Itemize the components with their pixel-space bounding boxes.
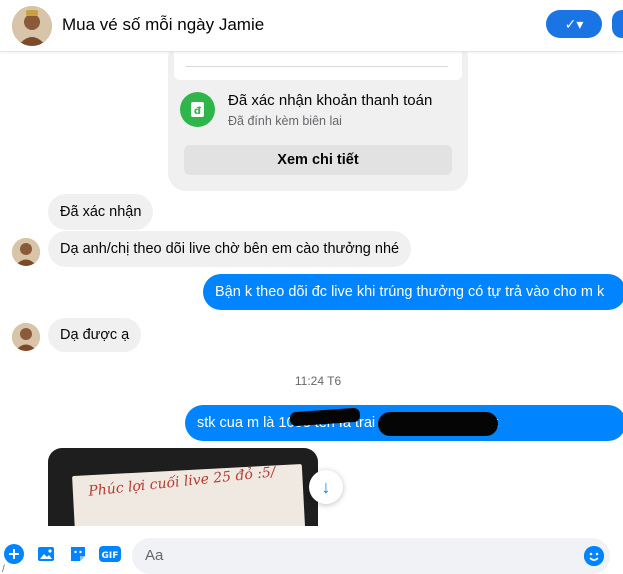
message-text: Dạ anh/chị theo dõi live chờ bên em cào …: [60, 241, 400, 257]
message-text: Bận k theo dõi đc live khi trúng thưởng …: [215, 284, 605, 300]
header-edge-button[interactable]: [612, 10, 623, 38]
chat-header: Mua vé số mỗi ngày Jamie ✓▾: [0, 0, 623, 52]
message-input[interactable]: [132, 538, 610, 574]
image-icon[interactable]: [36, 544, 56, 564]
receipt-icon: đ: [180, 92, 215, 127]
message-bubble-incoming[interactable]: Dạ được ạ: [48, 318, 142, 352]
emoji-icon[interactable]: [584, 546, 604, 566]
message-input-placeholder: Aa: [145, 547, 164, 564]
payment-confirmed-title: Đã xác nhận khoản thanh toán: [228, 92, 433, 109]
card-divider: [186, 66, 448, 67]
plus-icon[interactable]: [4, 544, 24, 564]
message-text: Dạ được ạ: [60, 327, 130, 343]
photo-attachment[interactable]: Phúc lợi cuối live 25 đỏ :5/: [48, 448, 318, 526]
scroll-down-button[interactable]: ↓: [309, 470, 343, 504]
call-options-button[interactable]: ✓▾: [546, 10, 602, 38]
arrow-down-icon: ↓: [321, 476, 331, 497]
sticker-icon[interactable]: [68, 544, 88, 564]
gif-icon[interactable]: GIF: [98, 544, 122, 564]
contact-avatar[interactable]: [12, 6, 52, 46]
message-bubble-incoming[interactable]: Đã xác nhận: [48, 194, 154, 230]
view-details-button[interactable]: Xem chi tiết: [184, 145, 452, 175]
message-timestamp: 11:24 T6: [294, 374, 342, 388]
edge-glyph: /: [2, 564, 5, 574]
message-bubble-incoming[interactable]: Dạ anh/chị theo dõi live chờ bên em cào …: [48, 231, 412, 267]
redaction-scribble: [378, 412, 498, 436]
message-text: Đã xác nhận: [60, 204, 142, 220]
svg-text:đ: đ: [194, 106, 202, 117]
chat-title[interactable]: Mua vé số mỗi ngày Jamie: [62, 15, 264, 35]
message-bubble-outgoing[interactable]: Bận k theo dõi đc live khi trúng thưởng …: [203, 274, 623, 310]
gif-label: GIF: [102, 551, 119, 561]
contact-avatar-small[interactable]: [12, 323, 40, 351]
contact-avatar-small[interactable]: [12, 238, 40, 266]
check-dropdown-icon: ✓▾: [564, 15, 584, 32]
payment-confirmed-subtitle: Đã đính kèm biên lai: [228, 114, 342, 128]
